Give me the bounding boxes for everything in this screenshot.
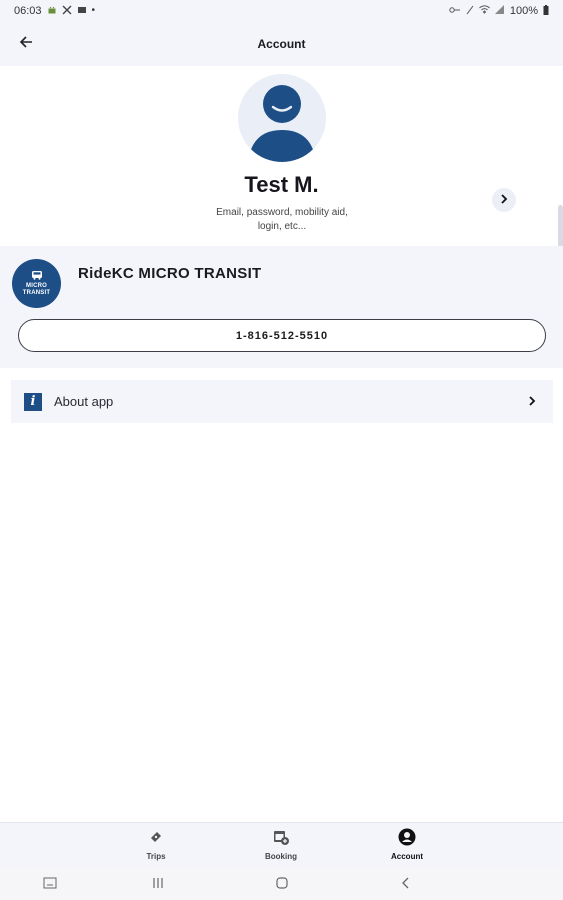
agency-name: RideKC MICRO TRANSIT bbox=[78, 265, 262, 282]
user-avatar-icon bbox=[248, 85, 316, 162]
call-agency-button[interactable]: 1-816-512-5510 bbox=[18, 319, 546, 352]
info-icon: i bbox=[24, 392, 42, 411]
status-left: 06:03 • bbox=[14, 5, 95, 18]
page-title: Account bbox=[257, 37, 306, 51]
profile-card[interactable]: Test M. Email, password, mobility aid, l… bbox=[0, 66, 563, 246]
home-icon[interactable] bbox=[274, 875, 290, 891]
agency-logo-line2: TRANSIT bbox=[22, 290, 51, 296]
keyboard-switch-icon[interactable] bbox=[42, 875, 58, 891]
tab-label: Account bbox=[391, 852, 423, 861]
agency-logo: MICRO TRANSIT bbox=[12, 259, 61, 308]
user-circle-icon bbox=[397, 827, 417, 847]
system-nav-bar bbox=[0, 866, 563, 900]
tab-account[interactable]: Account bbox=[367, 827, 447, 861]
wifi-icon bbox=[479, 5, 490, 17]
back-nav-icon[interactable] bbox=[398, 875, 414, 891]
bus-icon bbox=[31, 270, 43, 283]
battery-level: 100% bbox=[509, 5, 538, 17]
tab-booking[interactable]: Booking bbox=[241, 827, 321, 861]
profile-subtitle: Email, password, mobility aid, login, et… bbox=[216, 207, 348, 232]
signal-icon bbox=[494, 5, 505, 17]
about-app-row[interactable]: i About app bbox=[11, 380, 553, 423]
key-icon bbox=[449, 6, 461, 17]
tools-icon bbox=[62, 5, 72, 18]
about-app-label: About app bbox=[54, 394, 114, 409]
bottom-nav: Trips Booking Account bbox=[0, 822, 563, 866]
tab-trips[interactable]: Trips bbox=[116, 827, 196, 861]
status-right: 100% bbox=[449, 4, 549, 18]
android-icon bbox=[47, 5, 57, 18]
avatar bbox=[238, 74, 326, 162]
tab-label: Trips bbox=[146, 852, 166, 861]
calendar-add-icon bbox=[271, 827, 291, 847]
cast-icon bbox=[77, 5, 87, 18]
back-button[interactable] bbox=[14, 32, 38, 56]
mute-icon bbox=[466, 5, 474, 18]
app-bar: Account bbox=[0, 22, 563, 66]
chevron-right-icon bbox=[523, 392, 541, 410]
dot-icon: • bbox=[91, 5, 96, 16]
profile-open-button[interactable] bbox=[492, 188, 516, 212]
agency-card: MICRO TRANSIT RideKC MICRO TRANSIT 1-816… bbox=[0, 246, 563, 368]
chevron-right-icon bbox=[499, 191, 509, 209]
recent-apps-icon[interactable] bbox=[150, 875, 166, 891]
status-bar: 06:03 • 100% bbox=[0, 0, 563, 22]
agency-logo-line1: MICRO bbox=[26, 283, 47, 289]
tab-label: Booking bbox=[265, 852, 297, 861]
profile-name: Test M. bbox=[244, 172, 319, 197]
battery-icon bbox=[543, 4, 549, 18]
ticket-icon bbox=[146, 827, 166, 847]
status-time: 06:03 bbox=[14, 5, 42, 17]
arrow-left-icon bbox=[19, 35, 33, 54]
